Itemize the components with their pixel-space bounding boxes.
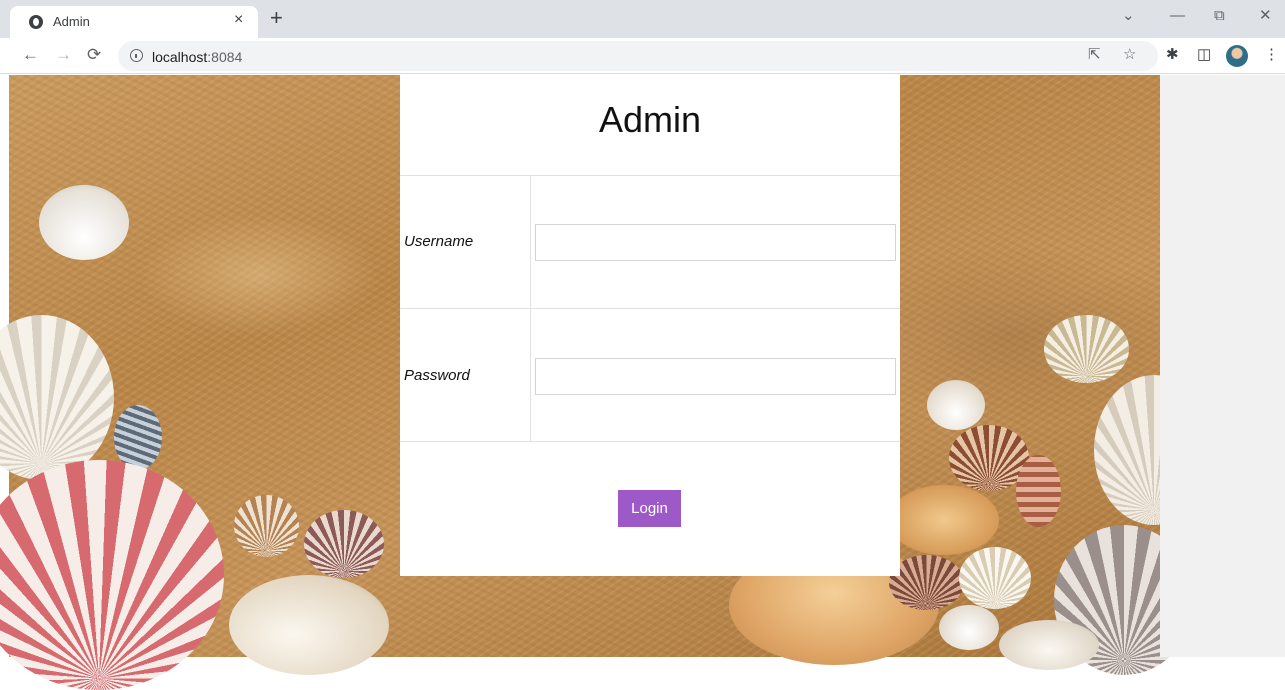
page-right-margin xyxy=(1160,75,1285,657)
shell-decoration xyxy=(959,547,1031,609)
share-icon[interactable]: ⇱ xyxy=(1088,47,1101,63)
shell-decoration xyxy=(304,510,384,578)
minimize-icon[interactable]: — xyxy=(1170,8,1185,24)
password-input[interactable] xyxy=(535,358,896,395)
star-icon[interactable]: ☆ xyxy=(1123,47,1136,63)
shell-decoration xyxy=(1016,455,1061,527)
url-text: localhost:8084 xyxy=(152,49,242,65)
shell-decoration xyxy=(0,460,224,690)
page-viewport: Admin Username Password Login xyxy=(0,75,1285,690)
url-port: :8084 xyxy=(207,49,243,65)
globe-icon xyxy=(29,15,43,29)
tab-strip: Admin × + ⌄ — ⧉ ✕ xyxy=(0,0,1285,38)
username-input[interactable] xyxy=(535,224,896,261)
login-button[interactable]: Login xyxy=(618,490,681,527)
address-bar[interactable]: localhost:8084 ⇱ ☆ xyxy=(118,41,1158,71)
url-host: localhost xyxy=(152,49,208,65)
more-menu-icon[interactable]: ⋮ xyxy=(1264,47,1279,63)
restore-icon[interactable]: ⧉ xyxy=(1214,8,1225,24)
shell-decoration xyxy=(1044,315,1129,383)
password-label: Password xyxy=(404,367,470,384)
forward-arrow-icon[interactable]: → xyxy=(55,46,72,64)
puzzle-icon[interactable]: ✱ xyxy=(1166,47,1179,63)
browser-tab[interactable]: Admin × xyxy=(10,6,258,38)
shell-decoration xyxy=(229,575,389,675)
profile-avatar[interactable] xyxy=(1226,45,1248,67)
shell-decoration xyxy=(999,620,1099,670)
shell-decoration xyxy=(939,605,999,650)
shell-decoration xyxy=(0,315,114,480)
back-arrow-icon[interactable]: ← xyxy=(22,46,39,64)
browser-toolbar: ← → ⟳ localhost:8084 ⇱ ☆ ✱ ◫ ⋮ xyxy=(0,38,1285,74)
shell-decoration xyxy=(114,405,162,470)
shell-decoration xyxy=(234,495,299,557)
shell-decoration xyxy=(889,555,964,610)
page-title: Admin xyxy=(598,99,702,140)
tab-search-chevron-icon[interactable]: ⌄ xyxy=(1122,8,1135,24)
new-tab-button[interactable]: + xyxy=(270,7,283,29)
row-divider xyxy=(400,441,900,442)
reload-icon[interactable]: ⟳ xyxy=(87,46,101,64)
row-divider xyxy=(400,308,900,309)
side-panel-icon[interactable]: ◫ xyxy=(1197,47,1211,63)
tab-title: Admin xyxy=(53,14,90,29)
admin-login-panel: Admin Username Password Login xyxy=(400,75,900,576)
shell-decoration xyxy=(889,485,999,555)
shell-decoration xyxy=(927,380,985,430)
close-window-icon[interactable]: ✕ xyxy=(1259,8,1272,24)
shell-decoration xyxy=(39,185,129,260)
tab-close-icon[interactable]: × xyxy=(234,12,243,28)
username-label: Username xyxy=(404,233,474,250)
info-icon[interactable] xyxy=(130,49,143,62)
row-divider xyxy=(400,175,900,176)
